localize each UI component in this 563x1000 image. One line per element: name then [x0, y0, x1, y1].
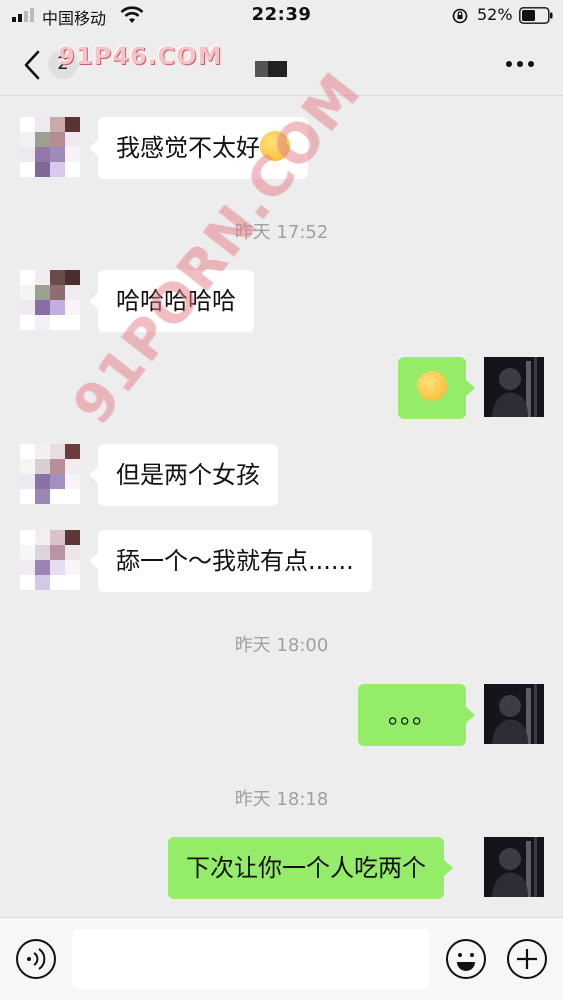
- chat-nav-bar: 2 91P46.COM: [0, 32, 563, 96]
- person-silhouette-icon: [484, 837, 544, 897]
- person-silhouette-icon: [484, 684, 544, 744]
- message-text: 舔一个～我就有点......: [116, 547, 354, 575]
- contact-avatar[interactable]: [20, 270, 80, 330]
- message-bubble-incoming[interactable]: 舔一个～我就有点......: [89, 530, 372, 592]
- thinking-face-emoji-icon: [417, 371, 447, 401]
- chat-area[interactable]: 我感觉不太好 昨天 17:52 哈哈哈哈哈 但是两个女孩 舔一个～我就有点...…: [0, 60, 563, 917]
- contact-avatar[interactable]: [20, 530, 80, 590]
- contact-avatar[interactable]: [20, 444, 80, 504]
- self-avatar[interactable]: [484, 837, 544, 897]
- orientation-lock-icon: [452, 8, 468, 24]
- message-timestamp: 昨天 18:00: [234, 635, 329, 656]
- chat-input-bar: [0, 917, 563, 1000]
- message-timestamp: 昨天 18:18: [234, 789, 329, 810]
- message-bubble-outgoing[interactable]: 下次让你一个人吃两个: [168, 837, 453, 899]
- plus-icon[interactable]: [506, 938, 548, 980]
- contact-avatar[interactable]: [20, 117, 80, 177]
- message-text: 下次让你一个人吃两个: [186, 854, 426, 882]
- contact-name-redacted: [255, 61, 287, 77]
- message-timestamp: 昨天 17:52: [234, 222, 329, 243]
- voice-icon[interactable]: [15, 938, 57, 980]
- status-bar: 中国移动 22:39 52%: [0, 0, 563, 32]
- message-text: 。。。: [388, 701, 436, 729]
- self-avatar[interactable]: [484, 684, 544, 744]
- message-bubble-outgoing[interactable]: 。。。: [358, 684, 475, 746]
- battery-icon: [519, 7, 553, 24]
- emoji-icon[interactable]: [445, 938, 487, 980]
- back-chevron-icon[interactable]: [18, 48, 48, 82]
- more-dots-icon[interactable]: [503, 52, 537, 76]
- watermark-text: 91P46.COM: [58, 42, 223, 70]
- message-bubble-outgoing[interactable]: [398, 357, 475, 419]
- self-avatar[interactable]: [484, 357, 544, 417]
- message-input[interactable]: [72, 929, 430, 989]
- message-text: 但是两个女孩: [116, 461, 260, 489]
- battery-percent: 52%: [477, 5, 513, 24]
- message-text: 我感觉不太好: [116, 134, 260, 162]
- message-bubble-incoming[interactable]: 但是两个女孩: [89, 444, 278, 506]
- person-silhouette-icon: [484, 357, 544, 417]
